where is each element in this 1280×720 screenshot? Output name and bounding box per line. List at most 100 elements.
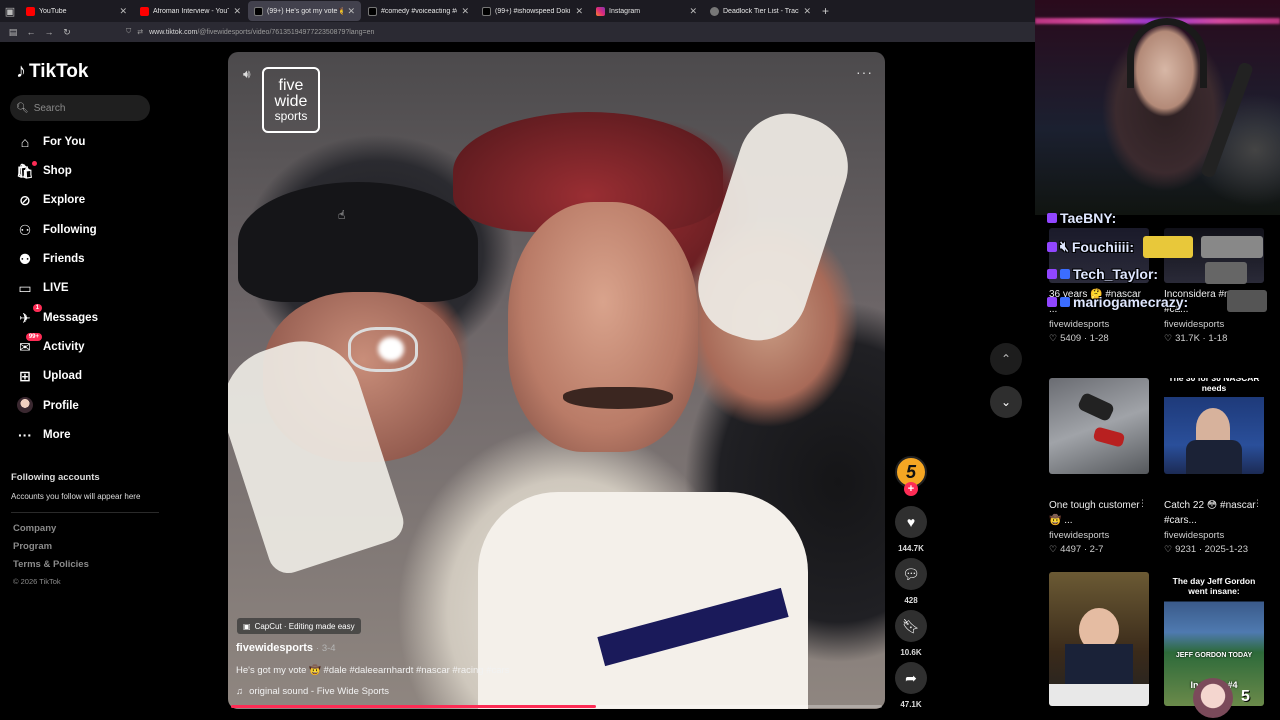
- sound-link[interactable]: ♫ original sound - Five Wide Sports: [236, 686, 389, 697]
- chat-emote-image: [1227, 290, 1267, 312]
- browser-tab[interactable]: #comedy #voiceacting #oldpe: ✕: [362, 1, 475, 21]
- previous-video-button[interactable]: ⌃: [990, 343, 1022, 375]
- race-car-shape: [1076, 391, 1116, 423]
- webcam-decor: [1199, 61, 1255, 179]
- video-author[interactable]: fivewidesports · 3-4: [236, 642, 336, 654]
- close-icon[interactable]: ✕: [233, 6, 241, 17]
- sidebar-toggle-icon[interactable]: ▤: [4, 27, 22, 38]
- related-video-card[interactable]: ⋮ One tough customer 🤠 ... fivewidesport…: [1049, 378, 1151, 555]
- browser-tab[interactable]: YouTube ✕: [20, 1, 133, 21]
- tab-list-icon[interactable]: ▣: [0, 5, 20, 18]
- comment-icon: 💬︎: [902, 565, 920, 582]
- shop-icon: 🛍︎: [16, 160, 37, 180]
- close-icon[interactable]: ✕: [119, 6, 127, 17]
- messages-badge: 1: [32, 303, 42, 312]
- permissions-icon[interactable]: ⇄: [137, 28, 143, 36]
- comment-count: 428: [904, 596, 918, 605]
- card-stats: ♡ 5409 · 1-28: [1049, 333, 1109, 344]
- browser-tab-active[interactable]: (99+) He's got my vote 🤠 ✕: [248, 1, 361, 21]
- sidebar-item-profile[interactable]: Profile: [16, 395, 79, 417]
- video-frame-shape: [238, 182, 478, 302]
- browser-tab[interactable]: Deadlock Tier List - Track the H ✕: [704, 1, 817, 21]
- forward-icon[interactable]: →: [40, 27, 58, 37]
- search-input[interactable]: [33, 102, 144, 114]
- video-thumbnail[interactable]: [1049, 572, 1149, 706]
- browser-tab[interactable]: Instagram ✕: [590, 1, 703, 21]
- video-player[interactable]: [228, 52, 885, 709]
- reload-icon[interactable]: ↻: [58, 27, 76, 38]
- url-bar[interactable]: ⛉ ⇄ www.tiktok.com/@fivewidesports/video…: [126, 28, 374, 36]
- twitch-badge-icon: [1047, 241, 1057, 252]
- shield-icon[interactable]: ⛉: [126, 28, 131, 36]
- sidebar-item-following[interactable]: ⚇ Following: [16, 219, 97, 241]
- save-count: 10.6K: [900, 648, 922, 657]
- card-date: 1-18: [1208, 333, 1228, 344]
- sidebar-item-for-you[interactable]: ⌂ For You: [16, 131, 86, 153]
- card-more-icon[interactable]: ⋮: [1253, 498, 1262, 509]
- comment-button[interactable]: 💬︎: [895, 558, 927, 590]
- tiktok-logo[interactable]: ♪ TikTok: [16, 60, 88, 83]
- browser-tab[interactable]: Afroman Interview - YouTube✕: [134, 1, 247, 21]
- video-frame-shape: [508, 202, 698, 452]
- search-box[interactable]: 🔍︎: [10, 95, 150, 121]
- close-icon[interactable]: ✕: [575, 6, 583, 17]
- sidebar-item-activity[interactable]: ✉ 99+ Activity: [16, 332, 85, 358]
- url-path: /@fivewidesports/video/76135194977223508…: [197, 28, 375, 36]
- copyright: © 2026 TikTok: [13, 577, 61, 586]
- sidebar-item-more[interactable]: ··· More: [16, 424, 70, 446]
- sidebar-item-shop[interactable]: 🛍︎ Shop: [16, 160, 72, 182]
- tab-title: Deadlock Tier List - Track the H: [723, 7, 799, 15]
- video-frame-shape: [597, 587, 789, 667]
- new-tab-button[interactable]: +: [822, 4, 829, 18]
- video-progress-bar[interactable]: [231, 705, 882, 708]
- card-author[interactable]: fivewidesports: [1164, 319, 1266, 330]
- upload-icon: ⊞: [19, 367, 31, 384]
- card-more-icon[interactable]: ⋮: [1138, 498, 1147, 509]
- share-button[interactable]: ➦: [895, 662, 927, 694]
- sidebar-item-live[interactable]: ▭ LIVE: [16, 277, 68, 299]
- url-host: www.tiktok.com: [149, 28, 198, 36]
- more-options-icon[interactable]: ···: [856, 64, 873, 80]
- footer-link-program[interactable]: Program: [13, 541, 52, 552]
- sidebar-item-upload[interactable]: ⊞ Upload: [16, 365, 82, 387]
- chevron-up-icon: ⌃: [1000, 352, 1012, 366]
- related-video-card[interactable]: The 30 for 30 NASCAR needs ⋮ Catch 22 😳 …: [1164, 378, 1266, 555]
- save-button[interactable]: 🔖︎: [895, 610, 927, 642]
- related-video-card[interactable]: [1049, 572, 1151, 706]
- tab-title: (99+) He's got my vote 🤠: [267, 8, 344, 15]
- tab-title: (99+) #ishowspeed Doki Doki Co: [495, 7, 571, 15]
- volume-icon[interactable]: 🔊︎: [243, 67, 251, 82]
- heart-outline-icon: ♡: [1049, 333, 1058, 343]
- browser-tab-bar: ▣ YouTube✕ Afroman Interview - YouTube✕ …: [0, 0, 1035, 22]
- tiktok-favicon-icon: [368, 6, 377, 16]
- capcut-tag[interactable]: ▣ CapCut · Editing made easy: [237, 618, 361, 634]
- like-button[interactable]: ♥: [895, 506, 927, 538]
- sidebar-item-explore[interactable]: ⊘ Explore: [16, 189, 85, 211]
- close-icon[interactable]: ✕: [689, 6, 697, 17]
- tab-title: YouTube: [39, 7, 67, 15]
- follow-plus-icon[interactable]: +: [904, 482, 918, 496]
- next-video-button[interactable]: ⌄: [990, 386, 1022, 418]
- close-icon[interactable]: ✕: [347, 6, 355, 17]
- sound-label: original sound - Five Wide Sports: [249, 686, 390, 697]
- footer-link-terms[interactable]: Terms & Policies: [13, 559, 89, 570]
- card-likes: 5409: [1060, 333, 1082, 344]
- like-count: 144.7K: [898, 544, 924, 553]
- thumb-banner: JEFF GORDON TODAY: [1175, 652, 1253, 659]
- back-icon[interactable]: ←: [22, 27, 40, 37]
- card-author[interactable]: fivewidesports: [1049, 530, 1151, 541]
- author-name[interactable]: fivewidesports: [236, 642, 313, 654]
- close-icon[interactable]: ✕: [461, 6, 469, 17]
- sidebar-item-friends[interactable]: ⚉ Friends: [16, 248, 85, 270]
- close-icon[interactable]: ✕: [803, 6, 811, 17]
- thumb-text: The day Jeff Gordon went insane:: [1172, 576, 1256, 597]
- card-author[interactable]: fivewidesports: [1049, 319, 1151, 330]
- video-thumbnail[interactable]: [1049, 378, 1149, 474]
- video-thumbnail[interactable]: The 30 for 30 NASCAR needs: [1164, 378, 1264, 474]
- card-author[interactable]: fivewidesports: [1164, 530, 1266, 541]
- card-stats: ♡ 31.7K · 1-18: [1164, 333, 1228, 344]
- tiktok-note-icon: ♪: [16, 60, 26, 82]
- browser-tab[interactable]: (99+) #ishowspeed Doki Doki Co ✕: [476, 1, 589, 21]
- sidebar-item-messages[interactable]: ✈ 1 Messages: [16, 303, 98, 329]
- footer-link-company[interactable]: Company: [13, 523, 56, 534]
